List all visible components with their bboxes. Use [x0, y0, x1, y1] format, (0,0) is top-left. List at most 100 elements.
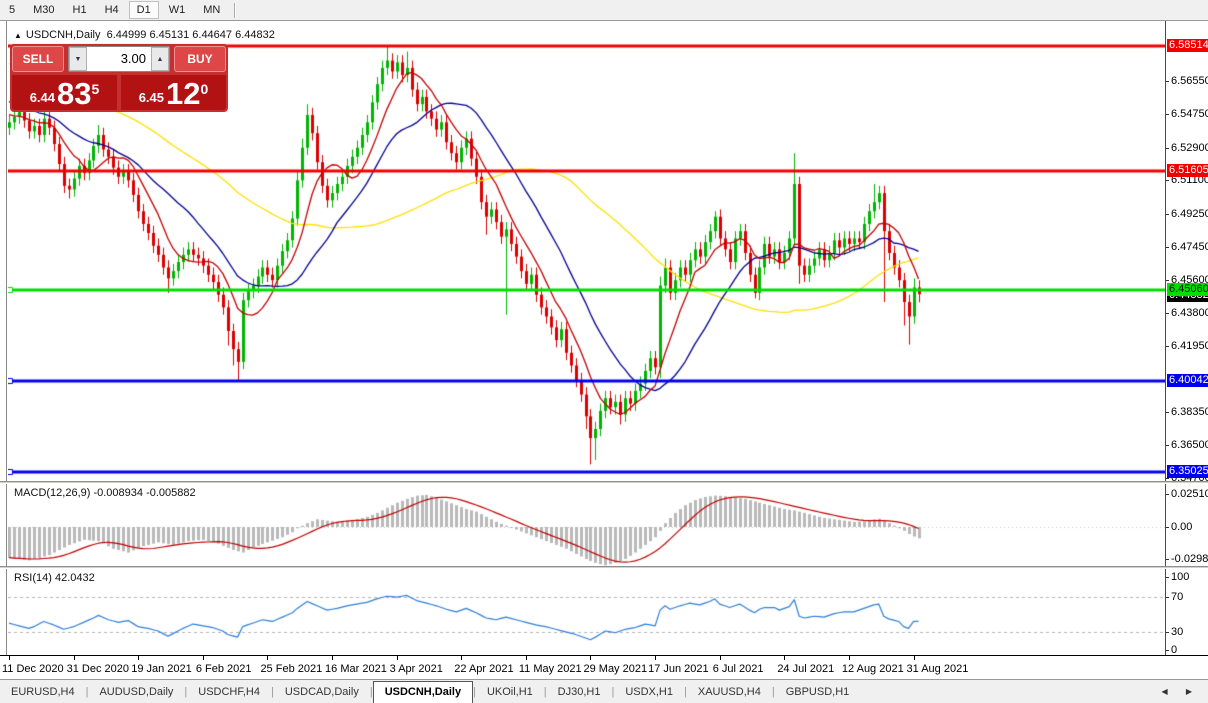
chart-tab-audusd[interactable]: AUDUSD,Daily	[88, 682, 184, 703]
axis-tick	[1166, 81, 1169, 82]
time-axis-tick	[138, 656, 139, 660]
time-axis-label: 11 Dec 2020	[2, 663, 64, 675]
time-axis-label: 24 Jul 2021	[777, 663, 834, 675]
chart-tab-ukoil[interactable]: UKOil,H1	[476, 682, 544, 703]
price-axis-label: 6.41950	[1171, 340, 1208, 352]
time-axis-label: 22 Apr 2021	[454, 663, 513, 675]
volume-decrease-button[interactable]: ▼	[69, 47, 87, 71]
rsi-pane-splitter[interactable]	[0, 566, 1208, 569]
time-axis-tick	[461, 656, 462, 660]
sell-button[interactable]: SELL	[12, 46, 64, 72]
symbol-arrow-icon: ▲	[14, 31, 22, 40]
time-axis-label: 25 Feb 2021	[260, 663, 322, 675]
axis-tick	[1166, 412, 1169, 413]
one-click-trading-panel: SELL ▼ 3.00 ▲ BUY 6.44 83 5 6.45 12 0	[10, 44, 228, 112]
toolbar-separator	[234, 3, 236, 18]
buy-button[interactable]: BUY	[174, 46, 226, 72]
axis-tick	[1166, 559, 1169, 560]
price-axis-label: 6.43800	[1171, 307, 1208, 319]
macd-pane-splitter[interactable]	[0, 481, 1208, 484]
axis-tick	[1166, 114, 1169, 115]
axis-tick	[1166, 597, 1169, 598]
chart-tab-usdchf[interactable]: USDCHF,H4	[187, 682, 271, 703]
chart-tab-bar: EURUSD,H4|AUDUSD,Daily|USDCHF,H4|USDCAD,…	[0, 679, 1208, 703]
price-level-badge: 6.51605	[1167, 164, 1208, 177]
axis-tick	[1166, 478, 1169, 479]
time-axis-label: 31 Dec 2020	[67, 663, 129, 675]
axis-tick	[1166, 494, 1169, 495]
time-axis-label: 16 Mar 2021	[325, 663, 387, 675]
time-axis-tick	[655, 656, 656, 660]
timeframe-button-5[interactable]: 5	[1, 1, 23, 19]
time-axis-tick	[74, 656, 75, 660]
ohlc-high: 6.45131	[149, 29, 189, 41]
rsi-label: RSI(14) 42.0432	[14, 572, 95, 584]
price-axis-label: 6.36500	[1171, 439, 1208, 451]
price-level-badge: 6.58514	[1167, 39, 1208, 52]
buy-price-fraction: 0	[201, 81, 209, 97]
axis-tick	[1166, 313, 1169, 314]
price-axis[interactable]: 6.565506.547506.529006.511006.492506.474…	[1165, 21, 1208, 655]
time-axis-tick	[784, 656, 785, 660]
timeframe-button-w1[interactable]: W1	[161, 1, 194, 19]
ohlc-open: 6.44999	[107, 29, 147, 41]
rsi-indicator-canvas[interactable]	[8, 569, 1165, 655]
axis-tick	[1166, 346, 1169, 347]
time-axis-tick	[267, 656, 268, 660]
volume-increase-button[interactable]: ▲	[151, 47, 169, 71]
buy-price-main: 12	[166, 79, 200, 109]
time-axis-label: 3 Apr 2021	[390, 663, 443, 675]
chart-tab-gbpusd[interactable]: GBPUSD,H1	[775, 682, 861, 703]
chart-tab-usdcad[interactable]: USDCAD,Daily	[274, 682, 370, 703]
axis-tick	[1166, 527, 1169, 528]
chart-tab-xauusd[interactable]: XAUUSD,H4	[687, 682, 772, 703]
sell-price-display[interactable]: 6.44 83 5	[12, 75, 117, 110]
chart-left-border	[6, 21, 7, 655]
chart-tab-usdx[interactable]: USDX,H1	[614, 682, 684, 703]
time-axis-tick	[914, 656, 915, 660]
axis-tick	[1166, 280, 1169, 281]
trading-terminal-window: 5M30H1H4D1W1MN ▲ USDCNH,Daily 6.44999 6.4…	[0, 0, 1208, 703]
time-axis-label: 12 Aug 2021	[842, 663, 904, 675]
axis-tick	[1166, 632, 1169, 633]
axis-tick	[1166, 247, 1169, 248]
timeframe-button-h4[interactable]: H4	[97, 1, 127, 19]
symbol-title: USDCNH,Daily	[26, 29, 101, 41]
volume-input[interactable]: 3.00	[87, 47, 151, 71]
time-axis-label: 6 Jul 2021	[713, 663, 764, 675]
axis-tick	[1166, 148, 1169, 149]
sell-price-main: 83	[57, 79, 91, 109]
timeframe-button-mn[interactable]: MN	[195, 1, 228, 19]
axis-tick	[1166, 650, 1169, 651]
time-axis-tick	[720, 656, 721, 660]
timeframe-button-h1[interactable]: H1	[65, 1, 95, 19]
time-axis-tick	[849, 656, 850, 660]
price-axis-label: 6.56550	[1171, 75, 1208, 87]
price-level-badge: 6.45060	[1167, 283, 1208, 296]
price-axis-label: 6.52900	[1171, 142, 1208, 154]
buy-price-display[interactable]: 6.45 12 0	[121, 75, 226, 110]
chart-tab-usdcnh[interactable]: USDCNH,Daily	[373, 681, 473, 703]
ohlc-close: 6.44832	[235, 29, 275, 41]
axis-tick	[1166, 577, 1169, 578]
price-axis-label: 6.54750	[1171, 108, 1208, 120]
price-level-badge: 6.35025	[1167, 465, 1208, 478]
timeframe-button-d1[interactable]: D1	[129, 1, 159, 19]
timeframe-button-m30[interactable]: M30	[25, 1, 62, 19]
time-axis-tick	[332, 656, 333, 660]
axis-tick	[1166, 445, 1169, 446]
chart-tab-eurusd[interactable]: EURUSD,H4	[0, 682, 86, 703]
macd-label: MACD(12,26,9) -0.008934 -0.005882	[14, 487, 196, 499]
price-axis-label: 6.49250	[1171, 208, 1208, 220]
rsi-axis-label: 30	[1171, 626, 1183, 638]
chart-tab-dj30[interactable]: DJ30,H1	[547, 682, 612, 703]
time-axis-tick	[203, 656, 204, 660]
price-axis-label: 6.38350	[1171, 406, 1208, 418]
macd-axis-label: -0.02988	[1171, 553, 1208, 565]
axis-tick	[1166, 214, 1169, 215]
time-axis-label: 17 Jun 2021	[648, 663, 709, 675]
tab-scroll-arrows[interactable]: ◀ ▶	[1161, 687, 1200, 696]
price-level-badge: 6.40042	[1167, 374, 1208, 387]
time-axis[interactable]: 11 Dec 202031 Dec 202019 Jan 20216 Feb 2…	[0, 655, 1208, 679]
sell-price-prefix: 6.44	[30, 90, 55, 105]
